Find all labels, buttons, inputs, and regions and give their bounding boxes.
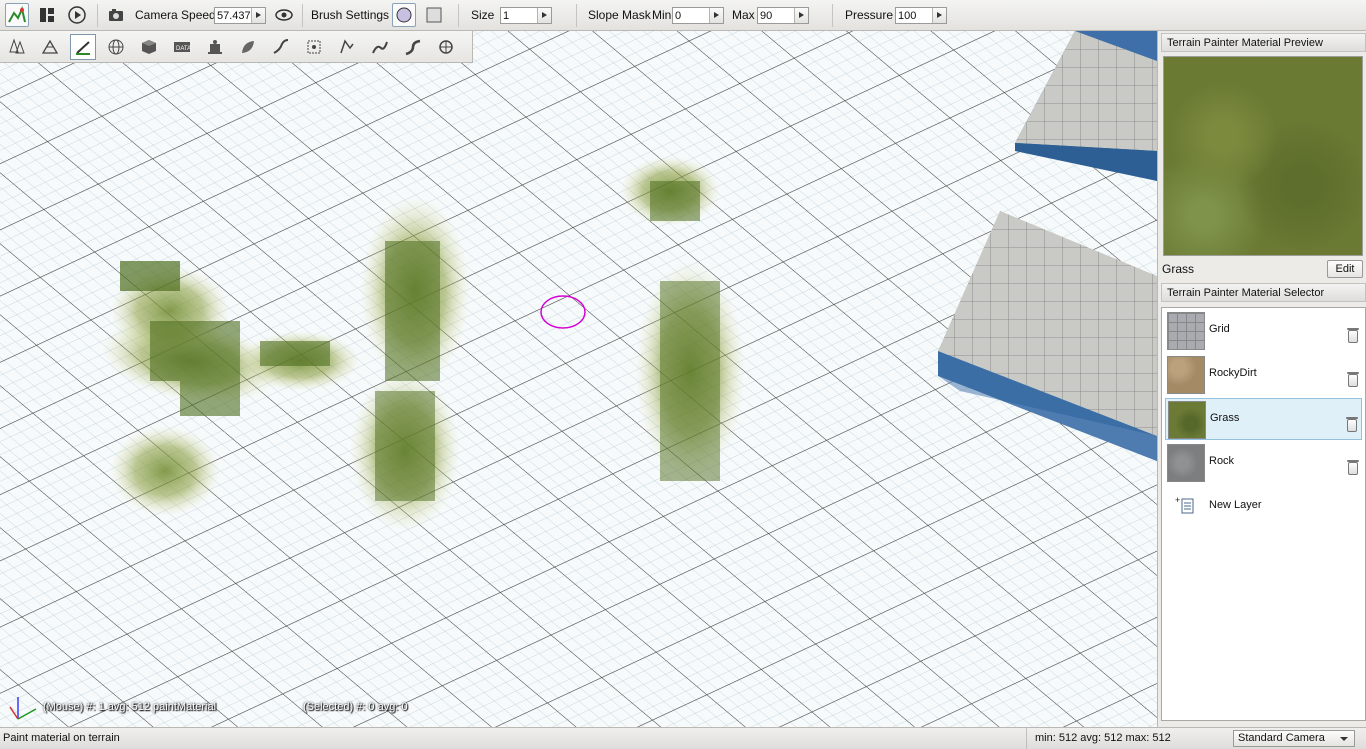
toolbar-separator bbox=[576, 4, 577, 27]
slope-max-value[interactable]: 90 bbox=[758, 8, 794, 23]
paint-brush-icon[interactable] bbox=[70, 34, 96, 60]
toolbar-separator bbox=[302, 4, 303, 27]
eye-icon[interactable] bbox=[272, 3, 296, 27]
grass-material-thumbnail bbox=[1168, 401, 1206, 439]
camera-icon[interactable] bbox=[104, 3, 128, 27]
size-stepper[interactable]: 1 bbox=[500, 7, 552, 24]
data-icon[interactable]: DATA bbox=[169, 34, 195, 60]
trash-icon[interactable] bbox=[1346, 417, 1358, 432]
slope-max-arrow-icon[interactable] bbox=[794, 8, 808, 23]
edit-material-button[interactable]: Edit bbox=[1327, 260, 1363, 278]
camera-path-icon[interactable] bbox=[433, 34, 459, 60]
new-layer-label: New Layer bbox=[1209, 499, 1262, 511]
camera-speed-stepper[interactable]: 57.437 bbox=[214, 7, 266, 24]
slope-min-stepper[interactable]: 0 bbox=[672, 7, 724, 24]
slope-mask-label: Slope Mask bbox=[588, 8, 651, 22]
road-icon[interactable] bbox=[334, 34, 360, 60]
size-value[interactable]: 1 bbox=[501, 8, 537, 23]
pressure-value[interactable]: 100 bbox=[896, 8, 932, 23]
rock-material-thumbnail bbox=[1167, 444, 1205, 482]
size-label: Size bbox=[471, 8, 495, 22]
svg-text:+: + bbox=[1175, 496, 1180, 505]
selector-panel-title: Terrain Painter Material Selector bbox=[1161, 283, 1366, 302]
size-arrow-icon[interactable] bbox=[537, 8, 551, 23]
slope-min-value[interactable]: 0 bbox=[673, 8, 709, 23]
material-row-grid[interactable]: Grid bbox=[1165, 310, 1362, 352]
status-stats: min: 512 avg: 512 max: 512 bbox=[1026, 728, 1224, 749]
cube-icon[interactable] bbox=[136, 34, 162, 60]
tool-palette: DATA bbox=[0, 31, 473, 63]
square-brush-icon[interactable] bbox=[422, 3, 446, 27]
preview-panel-title: Terrain Painter Material Preview bbox=[1161, 33, 1366, 52]
preview-material-name: Grass bbox=[1162, 262, 1195, 276]
material-name: Rock bbox=[1209, 455, 1235, 467]
new-layer-icon[interactable]: + bbox=[1175, 495, 1195, 519]
status-bar: Paint material on terrain min: 512 avg: … bbox=[0, 727, 1366, 749]
circle-brush-icon[interactable] bbox=[392, 3, 416, 27]
material-name: Grass bbox=[1210, 412, 1240, 424]
right-panel: Terrain Painter Material Preview Grass E… bbox=[1157, 31, 1366, 727]
robot-icon[interactable] bbox=[202, 34, 228, 60]
terrain-tool-icon[interactable] bbox=[37, 34, 63, 60]
brush-settings-label: Brush Settings bbox=[311, 8, 390, 22]
camera-speed-arrow-icon[interactable] bbox=[251, 8, 265, 23]
play-icon[interactable] bbox=[65, 3, 89, 27]
slope-max-stepper[interactable]: 90 bbox=[757, 7, 809, 24]
toolbar-separator bbox=[832, 4, 833, 27]
main-toolbar: Camera Speed 57.437 Brush Settings Size … bbox=[0, 0, 1366, 31]
camera-speed-value[interactable]: 57.437 bbox=[215, 8, 251, 23]
pressure-stepper[interactable]: 100 bbox=[895, 7, 947, 24]
material-name: RockyDirt bbox=[1209, 367, 1257, 379]
pressure-arrow-icon[interactable] bbox=[932, 8, 946, 23]
svg-text:DATA: DATA bbox=[176, 46, 191, 52]
slope-max-label: Max bbox=[732, 8, 755, 22]
new-layer-row[interactable]: + New Layer bbox=[1165, 486, 1362, 528]
river-icon[interactable] bbox=[268, 34, 294, 60]
trash-icon[interactable] bbox=[1347, 372, 1359, 387]
leaf-icon[interactable] bbox=[235, 34, 261, 60]
material-preview-image bbox=[1163, 56, 1363, 256]
select-box-icon[interactable] bbox=[301, 34, 327, 60]
world-editor-icon[interactable] bbox=[5, 3, 29, 27]
mesh-road-icon[interactable] bbox=[367, 34, 393, 60]
slope-min-arrow-icon[interactable] bbox=[709, 8, 723, 23]
trash-icon[interactable] bbox=[1347, 328, 1359, 343]
material-selector-list: Grid RockyDirt Grass Rock + New Layer bbox=[1161, 307, 1366, 721]
toolbar-separator bbox=[458, 4, 459, 27]
globe-icon[interactable] bbox=[103, 34, 129, 60]
status-message: Paint material on terrain bbox=[3, 732, 120, 744]
slope-min-label: Min bbox=[652, 8, 672, 22]
mouse-info-text: (Mouse) #: 1 avg: 512 paintMaterial bbox=[43, 701, 217, 713]
trash-icon[interactable] bbox=[1347, 460, 1359, 475]
grid-material-thumbnail bbox=[1167, 312, 1205, 350]
material-name: Grid bbox=[1209, 323, 1230, 335]
rockydirt-material-thumbnail bbox=[1167, 356, 1205, 394]
material-row-rockydirt[interactable]: RockyDirt bbox=[1165, 354, 1362, 396]
material-row-rock[interactable]: Rock bbox=[1165, 442, 1362, 484]
camera-speed-label: Camera Speed bbox=[135, 8, 216, 22]
gui-editor-icon[interactable] bbox=[35, 3, 59, 27]
forest-tool-icon[interactable] bbox=[4, 34, 30, 60]
terrain-scene[interactable] bbox=[0, 31, 1157, 727]
pressure-label: Pressure bbox=[845, 8, 894, 22]
selected-info-text: (Selected) #: 0 avg: 0 bbox=[303, 701, 408, 713]
decal-road-icon[interactable] bbox=[400, 34, 426, 60]
material-row-grass[interactable]: Grass bbox=[1165, 398, 1362, 440]
toolbar-separator bbox=[97, 4, 98, 27]
3d-viewport[interactable]: (Mouse) #: 1 avg: 512 paintMaterial (Sel… bbox=[0, 31, 1157, 727]
camera-mode-select[interactable]: Standard Camera bbox=[1233, 730, 1355, 747]
